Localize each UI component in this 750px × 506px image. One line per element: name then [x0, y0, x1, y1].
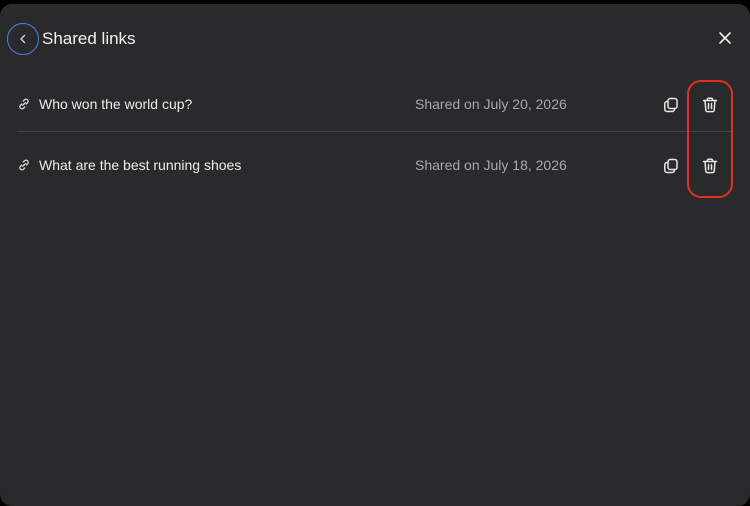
link-icon: [19, 98, 29, 110]
delete-link-button[interactable]: [700, 95, 720, 115]
shared-links-dialog: Shared links Who won the world cup? Shar…: [0, 4, 750, 506]
shared-link-row: Who won the world cup? Shared on July 20…: [17, 71, 733, 132]
copy-icon: [664, 97, 678, 113]
copy-link-button[interactable]: [661, 95, 681, 115]
dialog-header: Shared links: [0, 4, 750, 74]
trash-icon: [702, 97, 718, 113]
shared-link-title[interactable]: Who won the world cup?: [39, 95, 192, 113]
close-icon: [719, 32, 731, 44]
close-button[interactable]: [713, 26, 737, 50]
copy-icon: [664, 158, 678, 174]
delete-link-button[interactable]: [700, 156, 720, 176]
page-title: Shared links: [42, 29, 136, 48]
trash-icon: [702, 158, 718, 174]
shared-date: Shared on July 18, 2026: [415, 157, 567, 173]
shared-link-title[interactable]: What are the best running shoes: [39, 156, 241, 174]
link-icon: [19, 159, 29, 171]
shared-date: Shared on July 20, 2026: [415, 96, 567, 112]
chevron-left-icon: [20, 34, 26, 44]
shared-link-row: What are the best running shoes Shared o…: [17, 132, 733, 192]
back-button[interactable]: [7, 23, 39, 55]
copy-link-button[interactable]: [661, 156, 681, 176]
